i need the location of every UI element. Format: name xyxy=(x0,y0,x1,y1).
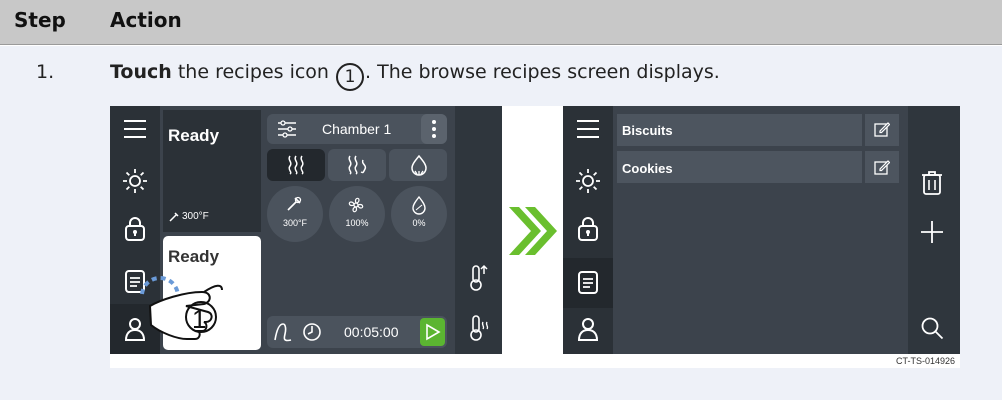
temperature-value: 300°F xyxy=(282,218,308,228)
action-text: Touch the recipes icon 1. The browse rec… xyxy=(110,61,720,91)
lock-icon[interactable] xyxy=(123,216,147,242)
search-icon[interactable] xyxy=(920,316,944,340)
fan-icon xyxy=(348,197,364,213)
timer-icon[interactable] xyxy=(301,321,323,343)
humidity-value: 0% xyxy=(412,218,426,228)
pointing-hand-icon xyxy=(140,275,223,340)
callout-marker: 1 xyxy=(336,63,365,91)
action-text-post: . The browse recipes screen displays. xyxy=(365,61,720,83)
table-header: Step Action xyxy=(0,0,1002,45)
double-chevron-right-icon xyxy=(509,207,557,255)
recipe-name: Biscuits xyxy=(622,123,673,138)
menu-icon[interactable] xyxy=(122,118,148,140)
timer-value: 00:05:00 xyxy=(344,324,399,340)
screenshot-figure: Ready 300°F Ready Chamber 1 300°F 100% 0… xyxy=(110,106,960,368)
action-column-header: Action xyxy=(110,8,182,32)
settings-sliders-icon[interactable] xyxy=(276,119,298,139)
probe-icon xyxy=(287,196,302,211)
edit-icon[interactable] xyxy=(874,121,890,137)
add-icon[interactable] xyxy=(920,220,944,244)
user-icon[interactable] xyxy=(576,316,600,342)
humidity-icon xyxy=(412,195,426,215)
fan-value: 100% xyxy=(345,218,369,228)
action-verb: Touch xyxy=(110,61,172,83)
thermometer-up-icon[interactable] xyxy=(468,264,490,292)
lock-icon[interactable] xyxy=(576,216,600,242)
status-label-top: Ready xyxy=(168,126,220,145)
figure-code: CT-TS-014926 xyxy=(895,356,955,366)
more-vertical-icon[interactable] xyxy=(431,119,437,139)
recipe-name: Cookies xyxy=(622,161,673,176)
chamber-label: Chamber 1 xyxy=(322,121,392,137)
edit-icon[interactable] xyxy=(874,159,890,175)
steam-icon xyxy=(411,154,427,176)
action-text-pre: the recipes icon xyxy=(171,61,336,83)
callout-circle xyxy=(185,301,217,333)
step-column-header: Step xyxy=(14,8,66,32)
probe-curve-icon[interactable] xyxy=(273,322,293,342)
play-icon[interactable] xyxy=(425,323,441,341)
combi-icon xyxy=(348,155,367,175)
heat-waves-icon xyxy=(288,155,304,175)
temperature-dial[interactable] xyxy=(267,186,323,242)
status-temp-top: 300°F xyxy=(182,211,209,222)
thermometer-steam-icon[interactable] xyxy=(468,314,490,342)
sun-icon[interactable] xyxy=(575,168,601,194)
recipes-icon[interactable] xyxy=(576,269,600,295)
trash-icon[interactable] xyxy=(920,170,944,196)
menu-icon[interactable] xyxy=(575,118,601,140)
step-number: 1. xyxy=(36,61,55,83)
sun-icon[interactable] xyxy=(122,168,148,194)
fan-dial[interactable] xyxy=(329,186,385,242)
probe-icon xyxy=(169,212,179,222)
